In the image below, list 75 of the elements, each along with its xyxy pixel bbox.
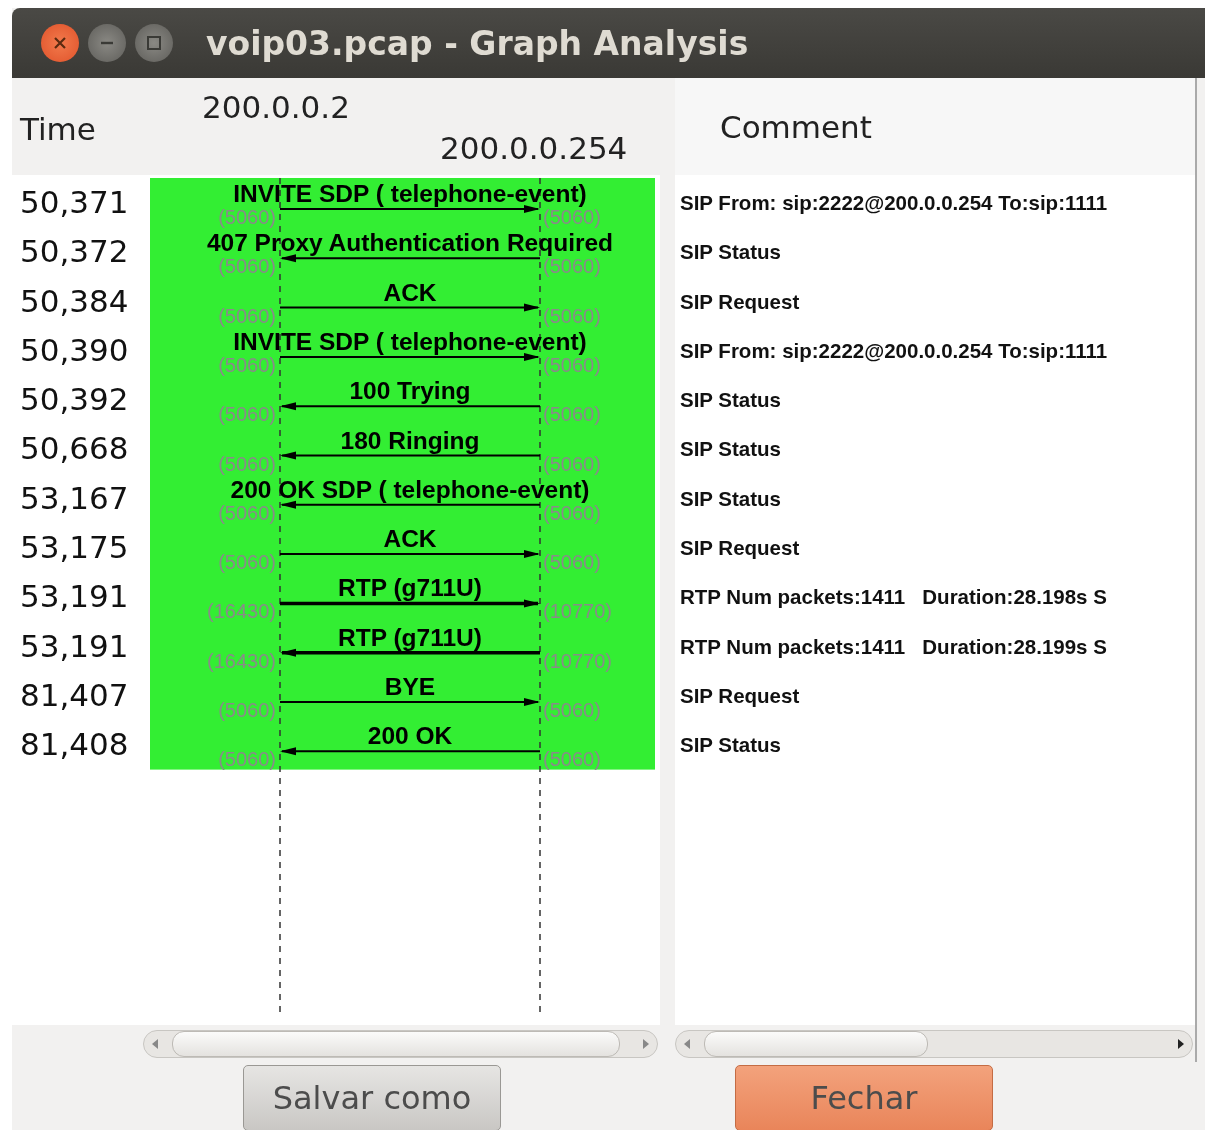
column-header: Time xyxy=(20,111,96,147)
message-label: 100 Trying xyxy=(349,377,471,405)
comment-cell-text: SIP Request xyxy=(679,682,801,709)
comment-cell-text: RTP Num packets:1411 Duration:28.198s S xyxy=(679,584,1108,611)
message-label: INVITE SDP ( telephone-event) xyxy=(233,327,587,355)
comment-cell-text: SIP Status xyxy=(679,485,783,512)
message-label: BYE xyxy=(384,673,436,700)
message-label: 200 OK xyxy=(367,722,453,750)
horizontal-scrollbar[interactable] xyxy=(143,1029,658,1058)
message-label: 180 Ringing xyxy=(340,426,480,454)
port-label: (5060) xyxy=(543,551,601,574)
time-cell-text: 50,392 xyxy=(19,380,130,420)
save-as-button[interactable]: Salvar como xyxy=(243,1065,501,1130)
message-label: RTP (g711U) xyxy=(338,574,482,602)
port-label: (5060) xyxy=(218,353,276,376)
time-cell-text: 53,191 xyxy=(19,626,130,666)
message-label: INVITE SDP ( telephone-event) xyxy=(233,180,587,207)
port-label: (5060) xyxy=(218,255,276,278)
comment-cell-text: SIP Status xyxy=(679,387,783,414)
time-cell-text: 53,175 xyxy=(19,528,130,568)
time-cell-text: 53,191 xyxy=(19,577,130,617)
port-label: (5060) xyxy=(543,403,601,426)
host-label: 200.0.0.254 xyxy=(440,130,628,166)
port-label: (5060) xyxy=(543,255,601,278)
window-title: voip03.pcap - Graph Analysis xyxy=(206,23,749,63)
comment-cell-text: SIP Request xyxy=(679,535,801,562)
message-label: ACK xyxy=(383,278,437,306)
host-label: 200.0.0.2 xyxy=(202,89,350,125)
port-label: (16430) xyxy=(207,600,276,623)
port-label: (5060) xyxy=(543,452,601,475)
column-header: Comment xyxy=(720,108,872,145)
comment-cell-text: RTP Num packets:1411 Duration:28.199s S xyxy=(679,633,1108,660)
port-label: (5060) xyxy=(543,748,601,771)
comment-cell-text: SIP Status xyxy=(679,732,783,759)
port-label: (10770) xyxy=(543,600,612,623)
port-label: (5060) xyxy=(218,551,276,574)
time-cell-text: 50,390 xyxy=(19,330,130,370)
time-cell-text: 50,371 xyxy=(19,183,130,222)
port-label: (10770) xyxy=(543,649,612,672)
time-cell-text: 50,384 xyxy=(19,281,130,321)
port-label: (5060) xyxy=(543,206,601,228)
comment-cell-text: SIP Status xyxy=(679,239,783,266)
port-label: (5060) xyxy=(218,748,276,771)
time-cell-text: 53,167 xyxy=(19,478,130,518)
right-arrow-icon[interactable] xyxy=(1176,1037,1186,1050)
port-label: (5060) xyxy=(218,304,276,327)
comment-cell-text: SIP From: sip:2222@200.0.0.254 To:sip:1111 xyxy=(679,190,1109,216)
time-cell-text: 50,372 xyxy=(19,232,130,272)
scrollbar-thumb[interactable] xyxy=(704,1030,928,1057)
port-label: (5060) xyxy=(218,206,276,228)
message-label: 200 OK SDP ( telephone-event) xyxy=(230,475,590,503)
time-cell-text: 81,408 xyxy=(19,725,130,765)
comment-cell-text: SIP Request xyxy=(679,288,801,315)
port-label: (5060) xyxy=(218,452,276,475)
minimize-icon[interactable] xyxy=(88,24,126,62)
port-label: (5060) xyxy=(543,304,601,327)
horizontal-scrollbar[interactable] xyxy=(675,1029,1193,1058)
left-arrow-icon[interactable] xyxy=(682,1037,692,1050)
message-label: RTP (g711U) xyxy=(338,623,482,651)
maximize-icon[interactable] xyxy=(135,24,173,62)
message-label: 407 Proxy Authentication Required xyxy=(206,229,614,257)
comment-cell-text: SIP From: sip:2222@200.0.0.254 To:sip:1111 xyxy=(679,337,1109,364)
left-arrow-icon[interactable] xyxy=(150,1037,160,1050)
port-label: (5060) xyxy=(218,501,276,524)
close-icon[interactable] xyxy=(41,24,79,62)
close-button[interactable]: Fechar xyxy=(735,1065,993,1130)
time-cell-text: 81,407 xyxy=(19,675,130,715)
port-label: (16430) xyxy=(207,649,276,672)
port-label: (5060) xyxy=(543,699,601,721)
comment-cell-text: SIP Status xyxy=(679,436,783,463)
scrollbar-thumb[interactable] xyxy=(172,1030,620,1057)
port-label: (5060) xyxy=(218,699,276,721)
port-label: (5060) xyxy=(218,403,276,426)
message-label: ACK xyxy=(383,525,437,553)
time-cell-text: 50,668 xyxy=(19,429,130,469)
